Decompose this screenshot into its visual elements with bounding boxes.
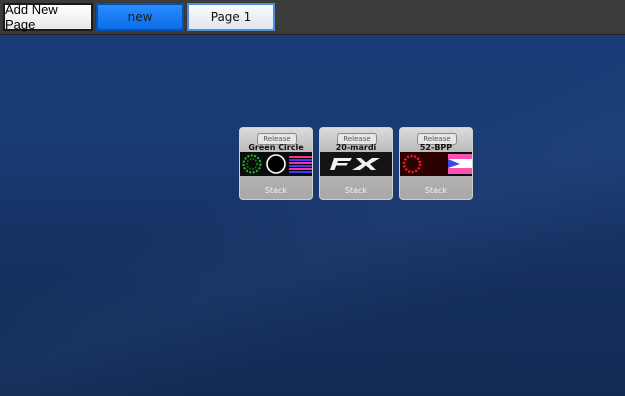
stack-label: Stack: [264, 186, 288, 195]
tab-new[interactable]: new: [96, 3, 184, 31]
top-toolbar: Add New Page new Page 1: [0, 0, 625, 35]
flag-icon: [448, 154, 472, 174]
green-ring-icon: [242, 154, 262, 174]
stack-label: Stack: [344, 186, 368, 195]
stack-label: Stack: [424, 186, 448, 195]
clip-card[interactable]: Release Green Circle Stack: [239, 127, 313, 200]
card-thumbnail: [400, 152, 472, 176]
fx-logo-icon: [320, 152, 392, 176]
card-thumbnail: [240, 152, 312, 176]
card-thumbnail: [320, 152, 392, 176]
stripes-flag-icon: [289, 155, 312, 173]
add-new-page-button[interactable]: Add New Page: [3, 2, 93, 32]
clip-card[interactable]: Release 52-BPP Stack: [399, 127, 473, 200]
tab-page-1[interactable]: Page 1: [187, 3, 275, 31]
clip-card[interactable]: Release 20-mardi Stack: [319, 127, 393, 200]
clip-cards: Release Green Circle Stack Release 20-ma…: [239, 127, 479, 202]
white-ring-icon: [266, 154, 286, 174]
